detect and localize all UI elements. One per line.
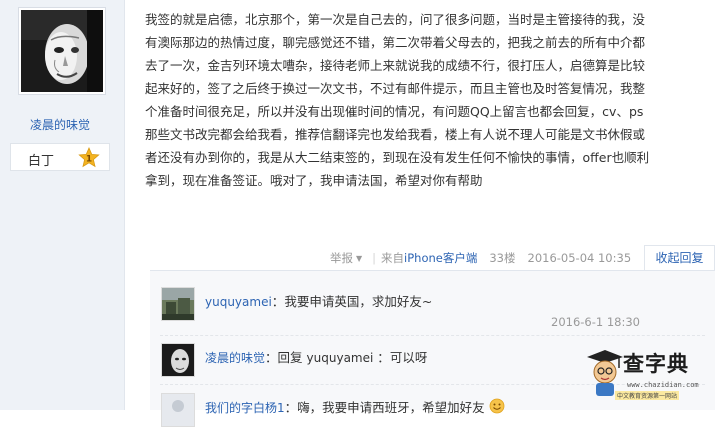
post-line: 我签的就是启德，北京那个，第一次是自己去的，问了很多问题，当时是主管接待的我，没: [145, 12, 646, 27]
comment-avatar[interactable]: [161, 287, 195, 321]
post-time: 2016-05-04 10:35: [527, 251, 632, 265]
comment-body: 我们的字白杨1：嗨，我要申请西班牙，希望加好友: [205, 397, 505, 418]
colon-separator: ：: [284, 400, 298, 415]
comment-timestamp: 2016-6-1 18:30: [551, 315, 640, 329]
watermark-slogan: 中文教育资源第一网站: [615, 391, 680, 400]
colon-separator: ：: [265, 350, 278, 365]
comment-author[interactable]: 凌晨的味觉: [205, 351, 265, 365]
post-line: 拿到，现在准备签证。哦对了，我申请法国，希望对你有帮助: [145, 173, 483, 188]
user-rank: 白丁 1: [10, 143, 110, 171]
comment-body: yuquyamei：我要申请英国，求加好友~: [205, 291, 432, 310]
watermark-url: www.chazidian.com: [627, 381, 699, 389]
comment-time: 2016-6-1 18:30: [551, 315, 640, 329]
reply-label: 回复: [277, 350, 303, 365]
avatar[interactable]: [18, 7, 106, 95]
post-line: 个准备时间很充足，所以并没有出现催时间的情况，有问题QQ上留言也都会回复，cv、…: [145, 104, 644, 119]
post-content: 我签的就是启德，北京那个，第一次是自己去的，问了很多问题，当时是主管接待的我，没…: [145, 8, 709, 192]
post-line: 者还没有办到你的，我是从大二结束签的，到现在没有发生任何不愉快的事情，offer…: [145, 150, 650, 165]
rank-level: 1: [86, 155, 92, 165]
from-label: 来自: [381, 251, 405, 265]
client-link[interactable]: iPhone客户端: [404, 250, 477, 266]
comment-avatar[interactable]: [161, 393, 195, 427]
post-line: 去了一次，金吉列环境太嘈杂，接待老师上来就说我的成绩不行，很打压人，启德算是比较: [145, 58, 646, 73]
comment-author[interactable]: yuquyamei: [205, 295, 272, 309]
post-meta: 举报 ▼ | 来自iPhone客户端 33楼 2016-05-04 10:35: [330, 250, 631, 266]
floor-number: 33楼: [489, 251, 516, 265]
collapse-replies-button[interactable]: 收起回复: [644, 245, 715, 271]
comment-text: 可以呀: [389, 350, 428, 365]
post-line: 起来好的，签了之后终于换过一次文书，不过有邮件提示，而且主管也及时答复情况，我整: [145, 81, 646, 96]
comment-avatar[interactable]: [161, 343, 195, 377]
comment-item: yuquyamei：我要申请英国，求加好友~ 2016-6-1 18:30: [160, 287, 710, 337]
rank-label: 白丁: [28, 154, 55, 169]
post-line: 有澳际那边的热情过度，聊完感觉还不错，第二次带着父母去的，把我之前去的所有中介都: [145, 35, 646, 50]
post-line: 那些文书改完都会给我看，推荐信翻译完也发给我看，楼上有人说不理人可能是文书休假或: [145, 127, 646, 142]
avatar-image: [21, 10, 103, 92]
colon-separator: ：: [373, 350, 390, 365]
report-link[interactable]: 举报: [330, 250, 353, 266]
sidebar-username[interactable]: 凌晨的味觉: [0, 116, 120, 133]
meta-divider: |: [372, 251, 377, 265]
comment-body: 凌晨的味觉：回复 yuquyamei ：可以呀: [205, 347, 427, 366]
watermark-title: 查字典: [623, 352, 689, 376]
rank-badge-icon: 1: [78, 147, 100, 173]
comment-text: 我要申请英国，求加好友~: [284, 294, 433, 309]
comment-divider: [160, 335, 705, 337]
reply-target[interactable]: yuquyamei: [307, 351, 374, 365]
site-watermark-logo: 查字典 www.chazidian.com 中文教育资源第一网站: [583, 344, 715, 410]
user-sidebar: 凌晨的味觉 白丁 1: [0, 0, 125, 410]
chevron-down-icon[interactable]: ▼: [356, 254, 362, 263]
comment-author[interactable]: 我们的字白杨1: [205, 401, 285, 415]
comment-text: 嗨，我要申请西班牙，希望加好友: [297, 400, 485, 415]
smile-emoji-icon: [489, 398, 505, 418]
colon-separator: ：: [271, 294, 285, 309]
